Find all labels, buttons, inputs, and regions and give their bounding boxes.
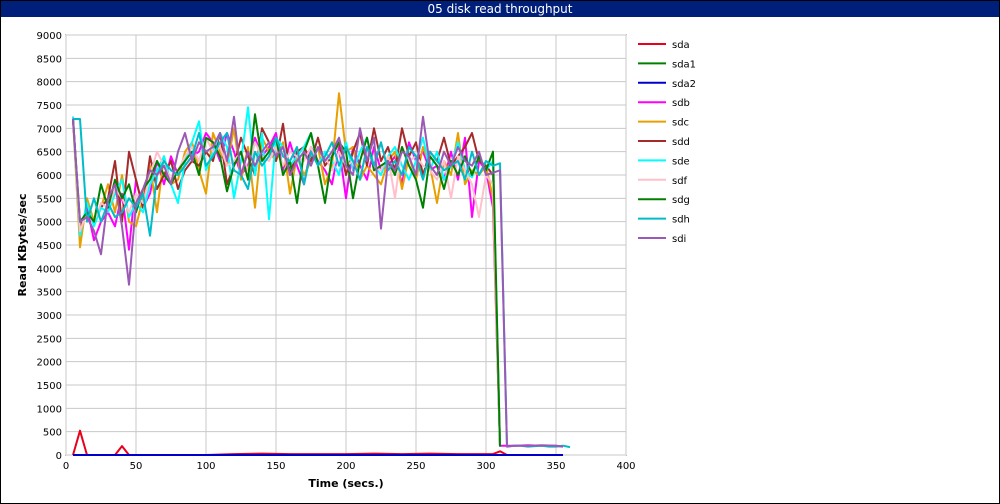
legend: sda sda1 sda2 sdb sdc sdd sde sdf sdg sdh sdi <box>638 40 696 245</box>
legend-item-sde: sde <box>638 156 690 167</box>
legend-label: sdg <box>672 195 690 206</box>
x-tick-label: 200 <box>336 461 355 472</box>
legend-label: sdf <box>672 176 688 187</box>
legend-label: sdh <box>672 215 690 226</box>
legend-item-sdd: sdd <box>638 137 690 148</box>
legend-label: sdb <box>672 98 690 109</box>
y-tick-label: 7500 <box>37 101 62 112</box>
x-tick-label: 300 <box>476 461 495 472</box>
legend-item-sdh: sdh <box>638 215 690 226</box>
x-tick-label: 350 <box>546 461 565 472</box>
y-tick-label: 9000 <box>37 31 62 42</box>
x-tick-label: 0 <box>63 461 69 472</box>
y-tick-label: 1000 <box>37 404 62 415</box>
x-tick-label: 250 <box>406 461 425 472</box>
legend-item-sdc: sdc <box>638 118 689 129</box>
legend-item-sdb: sdb <box>638 98 690 109</box>
legend-label: sda1 <box>672 59 696 70</box>
legend-label: sdc <box>672 118 689 129</box>
y-tick-label: 500 <box>43 428 62 439</box>
y-tick-label: 7000 <box>37 124 62 135</box>
legend-item-sdg: sdg <box>638 195 690 206</box>
y-tick-label: 2000 <box>37 358 62 369</box>
legend-item-sdi: sdi <box>638 234 686 245</box>
y-tick-label: 0 <box>56 451 62 462</box>
y-tick-label: 4500 <box>37 241 62 252</box>
legend-label: sdd <box>672 137 690 148</box>
legend-label: sda2 <box>672 79 696 90</box>
x-tick-label: 50 <box>130 461 143 472</box>
y-tick-label: 4000 <box>37 264 62 275</box>
x-tick-label: 150 <box>266 461 285 472</box>
y-tick-label: 6000 <box>37 171 62 182</box>
y-tick-label: 5500 <box>37 194 62 205</box>
legend-item-sdf: sdf <box>638 176 688 187</box>
y-tick-label: 8500 <box>37 54 62 65</box>
x-tick-label: 400 <box>616 461 635 472</box>
y-axis-ticks: 0 500 1000 1500 2000 2500 3000 3500 4000 4500 5000… <box>37 31 62 462</box>
chart-canvas: 0 50 100 150 200 250 300 350 400 0 500 1000 1500 200… <box>16 31 696 490</box>
y-tick-label: 3000 <box>37 311 62 322</box>
y-tick-label: 2500 <box>37 334 62 345</box>
x-axis-title: Time (secs.) <box>308 477 383 490</box>
y-axis-title: Read KBytes/sec <box>16 194 29 297</box>
y-tick-label: 5000 <box>37 218 62 229</box>
y-tick-label: 8000 <box>37 78 62 89</box>
legend-item-sda1: sda1 <box>638 59 696 70</box>
legend-label: sde <box>672 156 690 167</box>
legend-item-sda2: sda2 <box>638 79 696 90</box>
y-tick-label: 3500 <box>37 288 62 299</box>
y-tick-label: 6500 <box>37 148 62 159</box>
x-axis-ticks: 0 50 100 150 200 250 300 350 400 <box>63 461 636 472</box>
y-tick-label: 1500 <box>37 381 62 392</box>
legend-label: sda <box>672 40 690 51</box>
legend-label: sdi <box>672 234 686 245</box>
x-tick-label: 100 <box>196 461 215 472</box>
legend-item-sda: sda <box>638 40 690 51</box>
